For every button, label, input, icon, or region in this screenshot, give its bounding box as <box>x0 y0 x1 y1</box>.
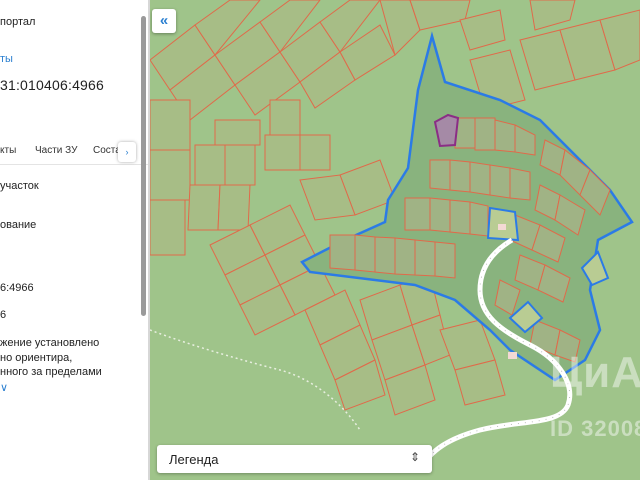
building-marker <box>508 352 517 359</box>
parcel <box>529 0 576 31</box>
parcel <box>217 184 251 231</box>
parcel <box>494 119 516 153</box>
parcel <box>150 99 191 151</box>
parcel <box>489 164 511 199</box>
location-line: но ориентира, <box>0 351 73 364</box>
parcel <box>194 144 226 186</box>
dropdown-arrows-icon: ⇕ <box>409 450 420 464</box>
parcel <box>354 234 376 273</box>
parcel <box>459 9 506 51</box>
info-panel: портал ты 31:010406:4966 кты Части ЗУ Со… <box>0 0 150 480</box>
parcel <box>150 199 186 256</box>
watermark-id: ID 320083827 <box>550 416 640 441</box>
parcel <box>429 197 451 233</box>
legend-label: Легенда <box>169 452 219 467</box>
tab-parts[interactable]: Части ЗУ <box>35 145 77 156</box>
number-value: 6:4966 <box>0 282 34 294</box>
parcel <box>404 197 431 231</box>
parcel <box>474 117 496 151</box>
expand-icon[interactable]: ∨ <box>0 381 8 394</box>
parcel <box>414 239 436 277</box>
tab-objects[interactable]: кты <box>0 145 16 156</box>
parcel <box>214 119 261 146</box>
parcel <box>299 134 331 171</box>
parcel <box>187 184 221 231</box>
parcel <box>150 149 191 201</box>
cadastral-number: 31:010406:4966 <box>0 77 105 93</box>
parcel <box>469 201 489 237</box>
location-text: жение установлено но ориентира, нного за… <box>0 336 150 380</box>
map-view[interactable]: ЦиАН ID 320083827 <box>150 0 640 480</box>
tabs-next-button[interactable]: › <box>118 142 136 162</box>
parcel <box>409 0 471 31</box>
area-value: 6 <box>0 309 7 321</box>
parcel <box>269 99 301 136</box>
parcel <box>394 237 416 276</box>
location-line: жение установлено <box>0 337 100 349</box>
category-value: участок <box>0 180 39 192</box>
building-marker <box>498 224 506 230</box>
panel-title: портал <box>0 16 36 28</box>
parcel <box>449 159 471 193</box>
parcel <box>469 161 491 196</box>
parcel <box>434 241 456 279</box>
legend-select[interactable]: Легенда ⇕ <box>157 445 432 473</box>
panel-link[interactable]: ты <box>0 53 13 65</box>
parcel <box>429 159 451 191</box>
map-canvas[interactable] <box>150 0 640 480</box>
scrollbar[interactable] <box>141 16 146 316</box>
parcel <box>224 144 256 186</box>
tab-composition[interactable]: Соста <box>93 145 121 156</box>
selected-parcel[interactable] <box>433 113 460 148</box>
collapse-panel-button[interactable]: « <box>152 9 176 33</box>
location-line: нного за пределами <box>0 366 102 378</box>
watermark-logo: ЦиАН <box>550 348 640 397</box>
parcel <box>449 199 471 235</box>
parcel <box>509 167 531 201</box>
use-value: ование <box>0 219 37 231</box>
parcel <box>329 234 356 271</box>
parcel <box>374 236 396 275</box>
parcel <box>264 134 301 171</box>
